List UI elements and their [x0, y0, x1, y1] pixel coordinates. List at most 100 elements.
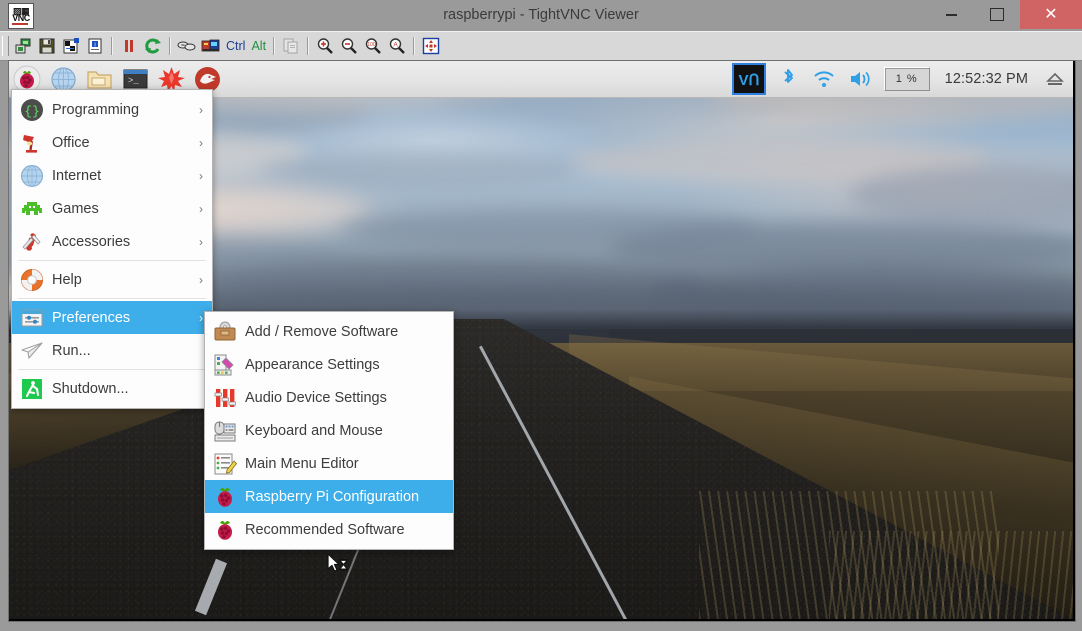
cpu-monitor[interactable]: 1 %: [883, 67, 930, 91]
connection-options-icon[interactable]: [59, 34, 83, 58]
submenu-item-appearance-settings[interactable]: Appearance Settings: [205, 348, 453, 381]
zoom-100-icon[interactable]: 100: [361, 34, 385, 58]
menu-item-label: Games: [52, 200, 99, 217]
shutdown-icon: [18, 375, 46, 403]
tightvnc-viewer-window: ▨▦ VNC raspberrypi - TightVNC Viewer ✕ i…: [0, 0, 1082, 631]
accessories-icon: [18, 228, 46, 256]
main-menu[interactable]: {} Programming › Office › Internet › Gam…: [11, 89, 213, 409]
submenu-item-add-remove-software[interactable]: Add / Remove Software: [205, 315, 453, 348]
menu-item-label: Programming: [52, 101, 140, 118]
audio-icon: [211, 384, 239, 412]
minimize-button[interactable]: [928, 0, 974, 29]
toolbar-separator: [307, 37, 310, 55]
menu-item-label: Internet: [52, 167, 102, 184]
appearance-icon: [211, 351, 239, 379]
raspberry-icon: [211, 516, 239, 544]
submenu-item-label: Keyboard and Mouse: [245, 422, 383, 439]
toolbar-separator: [413, 37, 416, 55]
fullscreen-icon[interactable]: [419, 34, 443, 58]
new-connection-icon[interactable]: [11, 34, 35, 58]
svg-text:100: 100: [367, 42, 376, 48]
menu-separator: [18, 260, 206, 261]
window-controls: ✕: [928, 0, 1082, 29]
preferences-icon: [18, 304, 46, 332]
menu-item-label: Accessories: [52, 233, 131, 250]
zoom-in-icon[interactable]: [313, 34, 337, 58]
submenu-item-raspberry-pi-configuration[interactable]: Raspberry Pi Configuration: [205, 480, 453, 513]
raspberry-icon: [211, 483, 239, 511]
toolbar-grip[interactable]: [2, 36, 9, 56]
window-title: raspberrypi - TightVNC Viewer: [443, 7, 639, 23]
submenu-item-main-menu-editor[interactable]: Main Menu Editor: [205, 447, 453, 480]
wifi-icon[interactable]: [806, 61, 842, 97]
submenu-item-recommended-software[interactable]: Recommended Software: [205, 513, 453, 546]
menu-separator: [18, 298, 206, 299]
save-connection-icon[interactable]: [35, 34, 59, 58]
vnc-server-icon[interactable]: VՈ: [731, 63, 766, 95]
bluetooth-icon[interactable]: [770, 61, 806, 97]
send-keys-icon[interactable]: [175, 34, 199, 58]
help-icon: [18, 266, 46, 294]
keyboard-mouse-icon: [211, 417, 239, 445]
menu-item-label: Run...: [52, 342, 91, 359]
volume-icon[interactable]: [842, 61, 878, 97]
svg-text:A: A: [393, 42, 398, 49]
menu-item-label: Preferences: [52, 309, 131, 326]
remote-desktop[interactable]: >_ VՈ 1 % 12:52:32 PM {} Programming › O…: [9, 61, 1073, 619]
ctrl-alt-del-icon[interactable]: [199, 34, 223, 58]
svg-text:{}: {}: [24, 104, 40, 119]
vnc-toolbar: i Ctrl Alt 100 A: [0, 31, 1082, 61]
internet-icon: [18, 162, 46, 190]
menu-item-internet[interactable]: Internet ›: [12, 159, 212, 192]
chevron-right-icon: ›: [199, 102, 203, 117]
package-icon: [211, 318, 239, 346]
run-icon: [18, 337, 46, 365]
submenu-item-label: Recommended Software: [245, 521, 405, 538]
ctrl-key-button[interactable]: Ctrl: [223, 39, 248, 53]
menu-item-programming[interactable]: {} Programming ›: [12, 93, 212, 126]
svg-text:>_: >_: [128, 76, 139, 86]
connection-info-icon[interactable]: i: [83, 34, 107, 58]
submenu-item-audio-device-settings[interactable]: Audio Device Settings: [205, 381, 453, 414]
cpu-value: 1 %: [895, 73, 918, 85]
pause-icon[interactable]: [117, 34, 141, 58]
menu-item-help[interactable]: Help ›: [12, 263, 212, 296]
window-titlebar: ▨▦ VNC raspberrypi - TightVNC Viewer ✕: [0, 0, 1082, 31]
zoom-out-icon[interactable]: [337, 34, 361, 58]
menu-item-games[interactable]: Games ›: [12, 192, 212, 225]
preferences-submenu[interactable]: Add / Remove Software Appearance Setting…: [204, 311, 454, 550]
maximize-button[interactable]: [974, 0, 1020, 29]
toolbar-separator: [111, 37, 113, 55]
refresh-icon[interactable]: [141, 34, 165, 58]
eject-icon[interactable]: [1037, 61, 1073, 97]
close-button[interactable]: ✕: [1020, 0, 1082, 29]
office-icon: [18, 129, 46, 157]
svg-text:VՈ: VՈ: [738, 72, 759, 89]
programming-icon: {}: [18, 96, 46, 124]
vnc-viewport[interactable]: >_ VՈ 1 % 12:52:32 PM {} Programming › O…: [8, 60, 1076, 622]
submenu-item-label: Raspberry Pi Configuration: [245, 488, 420, 505]
menu-editor-icon: [211, 450, 239, 478]
submenu-item-label: Audio Device Settings: [245, 389, 387, 406]
chevron-right-icon: ›: [199, 135, 203, 150]
menu-item-office[interactable]: Office ›: [12, 126, 212, 159]
menu-item-preferences[interactable]: Preferences ›: [12, 301, 212, 334]
games-icon: [18, 195, 46, 223]
chevron-right-icon: ›: [199, 272, 203, 287]
alt-key-button[interactable]: Alt: [248, 39, 269, 53]
chevron-right-icon: ›: [199, 168, 203, 183]
submenu-item-label: Main Menu Editor: [245, 455, 359, 472]
zoom-auto-icon[interactable]: A: [385, 34, 409, 58]
toolbar-separator: [169, 37, 171, 55]
menu-item-shutdown[interactable]: Shutdown...: [12, 372, 212, 405]
menu-item-run[interactable]: Run...: [12, 334, 212, 367]
transfer-clipboard-icon[interactable]: [279, 34, 303, 58]
submenu-item-label: Add / Remove Software: [245, 323, 399, 340]
menu-item-accessories[interactable]: Accessories ›: [12, 225, 212, 258]
clock[interactable]: 12:52:32 PM: [936, 71, 1037, 87]
menu-item-label: Help: [52, 271, 82, 288]
submenu-item-keyboard-and-mouse[interactable]: Keyboard and Mouse: [205, 414, 453, 447]
submenu-item-label: Appearance Settings: [245, 356, 380, 373]
toolbar-separator: [273, 37, 276, 55]
chevron-right-icon: ›: [199, 234, 203, 249]
